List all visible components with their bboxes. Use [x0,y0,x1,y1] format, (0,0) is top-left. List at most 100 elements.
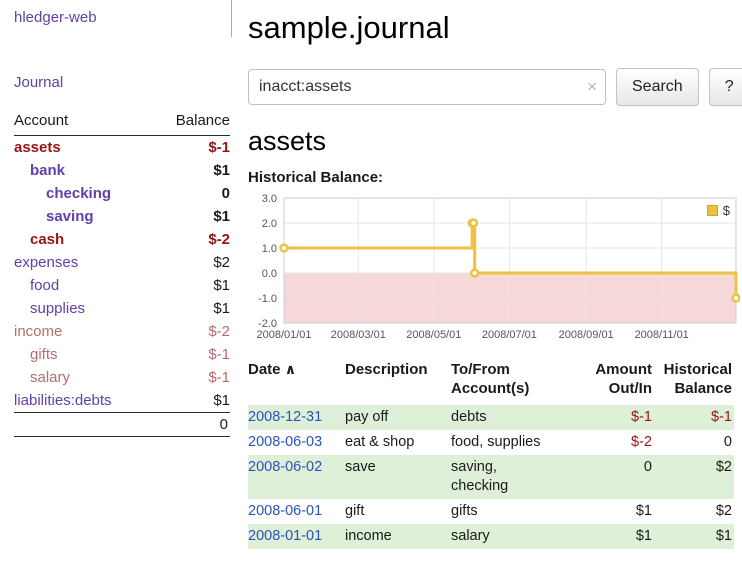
svg-text:2008/09/01: 2008/09/01 [559,329,614,341]
transaction-amount: $1 [582,524,654,549]
date-header-label: Date [248,361,281,378]
transaction-accounts: debts [451,405,582,430]
register-row: 2008-06-02 savesaving, checking0$2 [248,455,734,499]
register-header-date[interactable]: Date ∧ [248,358,345,405]
transaction-description: income [345,524,451,549]
svg-text:2.0: 2.0 [262,218,277,230]
transaction-date-cell: 2008-06-03 [248,430,345,455]
transaction-amount: $-2 [582,430,654,455]
accounts-header-account: Account [14,110,153,136]
transaction-accounts: saving, checking [451,455,582,499]
transaction-description: pay off [345,405,451,430]
accounts-body: assets$-1bank$1checking0saving$1cash$-2e… [14,136,230,413]
register-header-accounts: To/From Account(s) [451,358,582,405]
chart-legend: $ [703,201,734,220]
help-button[interactable]: ? [709,68,742,106]
account-link[interactable]: income [14,323,62,340]
account-balance: $-2 [153,320,230,343]
transaction-amount: $1 [582,499,654,524]
svg-text:2008/11/01: 2008/11/01 [635,329,689,341]
register-row: 2008-06-01 giftgifts$1$2 [248,499,734,524]
transaction-accounts: gifts [451,499,582,524]
account-link[interactable]: bank [30,162,65,179]
transaction-description: save [345,455,451,499]
account-row: income $-2 [14,320,230,343]
account-row: food $1 [14,274,230,297]
register-row: 2008-06-03eat & shopfood, supplies$-20 [248,430,734,455]
account-balance: $1 [153,159,230,182]
transaction-date-link[interactable]: 2008-06-03 [248,434,322,450]
main-content: sample.journal × Search ? assets Histori… [232,0,742,549]
account-row: saving$1 [14,205,230,228]
account-balance: $-1 [153,343,230,366]
transaction-amount: $-1 [582,405,654,430]
search-input[interactable] [248,69,606,105]
account-link[interactable]: food [30,277,59,294]
svg-text:2008/05/01: 2008/05/01 [406,329,461,341]
register-row: 2008-12-31pay offdebts$-1$-1 [248,405,734,430]
account-balance: $-2 [153,228,230,251]
svg-text:2008/03/01: 2008/03/01 [331,329,386,341]
account-balance: $2 [153,251,230,274]
transaction-balance: 0 [654,430,734,455]
transaction-date-cell: 2008-01-01 [248,524,345,549]
account-row: cash $-2 [14,228,230,251]
transaction-date-link[interactable]: 2008-12-31 [248,409,322,425]
clear-icon[interactable]: × [587,78,597,95]
account-link[interactable]: gifts [30,346,58,363]
chart-title: Historical Balance: [248,169,742,186]
account-link[interactable]: checking [46,185,111,202]
account-balance: 0 [153,182,230,205]
account-link[interactable]: saving [46,208,94,225]
register-header-description: Description [345,358,451,405]
brand-link[interactable]: hledger-web [14,9,97,26]
account-link[interactable]: cash [30,231,64,248]
search-bar: × Search ? [248,68,742,106]
search-box: × [248,69,606,105]
transaction-date-link[interactable]: 2008-01-01 [248,528,322,544]
accounts-header-balance: Balance [153,110,230,136]
account-row: checking 0 [14,182,230,205]
svg-text:1.0: 1.0 [262,243,277,255]
account-link[interactable]: salary [30,369,70,386]
account-row: assets $-1 [14,136,230,160]
legend-swatch-icon [707,205,718,216]
transaction-date-link[interactable]: 2008-06-02 [248,459,322,475]
svg-text:3.0: 3.0 [262,193,277,205]
search-button[interactable]: Search [616,68,699,106]
page: hledger-web Journal Account Balance asse… [0,0,742,549]
transaction-date-link[interactable]: 2008-06-01 [248,503,322,519]
transaction-amount: 0 [582,455,654,499]
accounts-table: Account Balance assets $-1 bank $1 checking 0… [14,110,230,437]
account-row: liabilities:debts $1 [14,389,230,413]
svg-text:-1.0: -1.0 [258,293,277,305]
transaction-date-cell: 2008-06-01 [248,499,345,524]
accounts-total-row: 0 [14,413,230,437]
register-row: 2008-01-01incomesalary$1$1 [248,524,734,549]
legend-label: $ [723,203,730,218]
transaction-balance: $2 [654,499,734,524]
transaction-balance: $-1 [654,405,734,430]
sidebar-item-journal[interactable]: Journal [14,74,63,91]
accounts-header-row: Account Balance [14,110,230,136]
account-row: bank $1 [14,159,230,182]
account-heading: assets [248,126,742,157]
account-link[interactable]: assets [14,139,61,156]
account-link[interactable]: supplies [30,300,85,317]
transaction-accounts: food, supplies [451,430,582,455]
svg-text:0.0: 0.0 [262,268,277,280]
transaction-balance: $1 [654,524,734,549]
account-link[interactable]: liabilities:debts [14,392,112,409]
transaction-description: gift [345,499,451,524]
register-body: 2008-12-31pay offdebts$-1$-12008-06-03ea… [248,405,734,549]
account-balance: $1 [153,389,230,413]
transaction-date-cell: 2008-06-02 [248,455,345,499]
account-balance: $1 [153,297,230,320]
account-link[interactable]: expenses [14,254,78,271]
accounts-total-spacer [14,413,153,437]
transaction-accounts: salary [451,524,582,549]
account-balance: $1 [153,274,230,297]
transaction-balance: $2 [654,455,734,499]
sidebar: hledger-web Journal Account Balance asse… [0,0,232,549]
account-balance: $-1 [153,136,230,160]
